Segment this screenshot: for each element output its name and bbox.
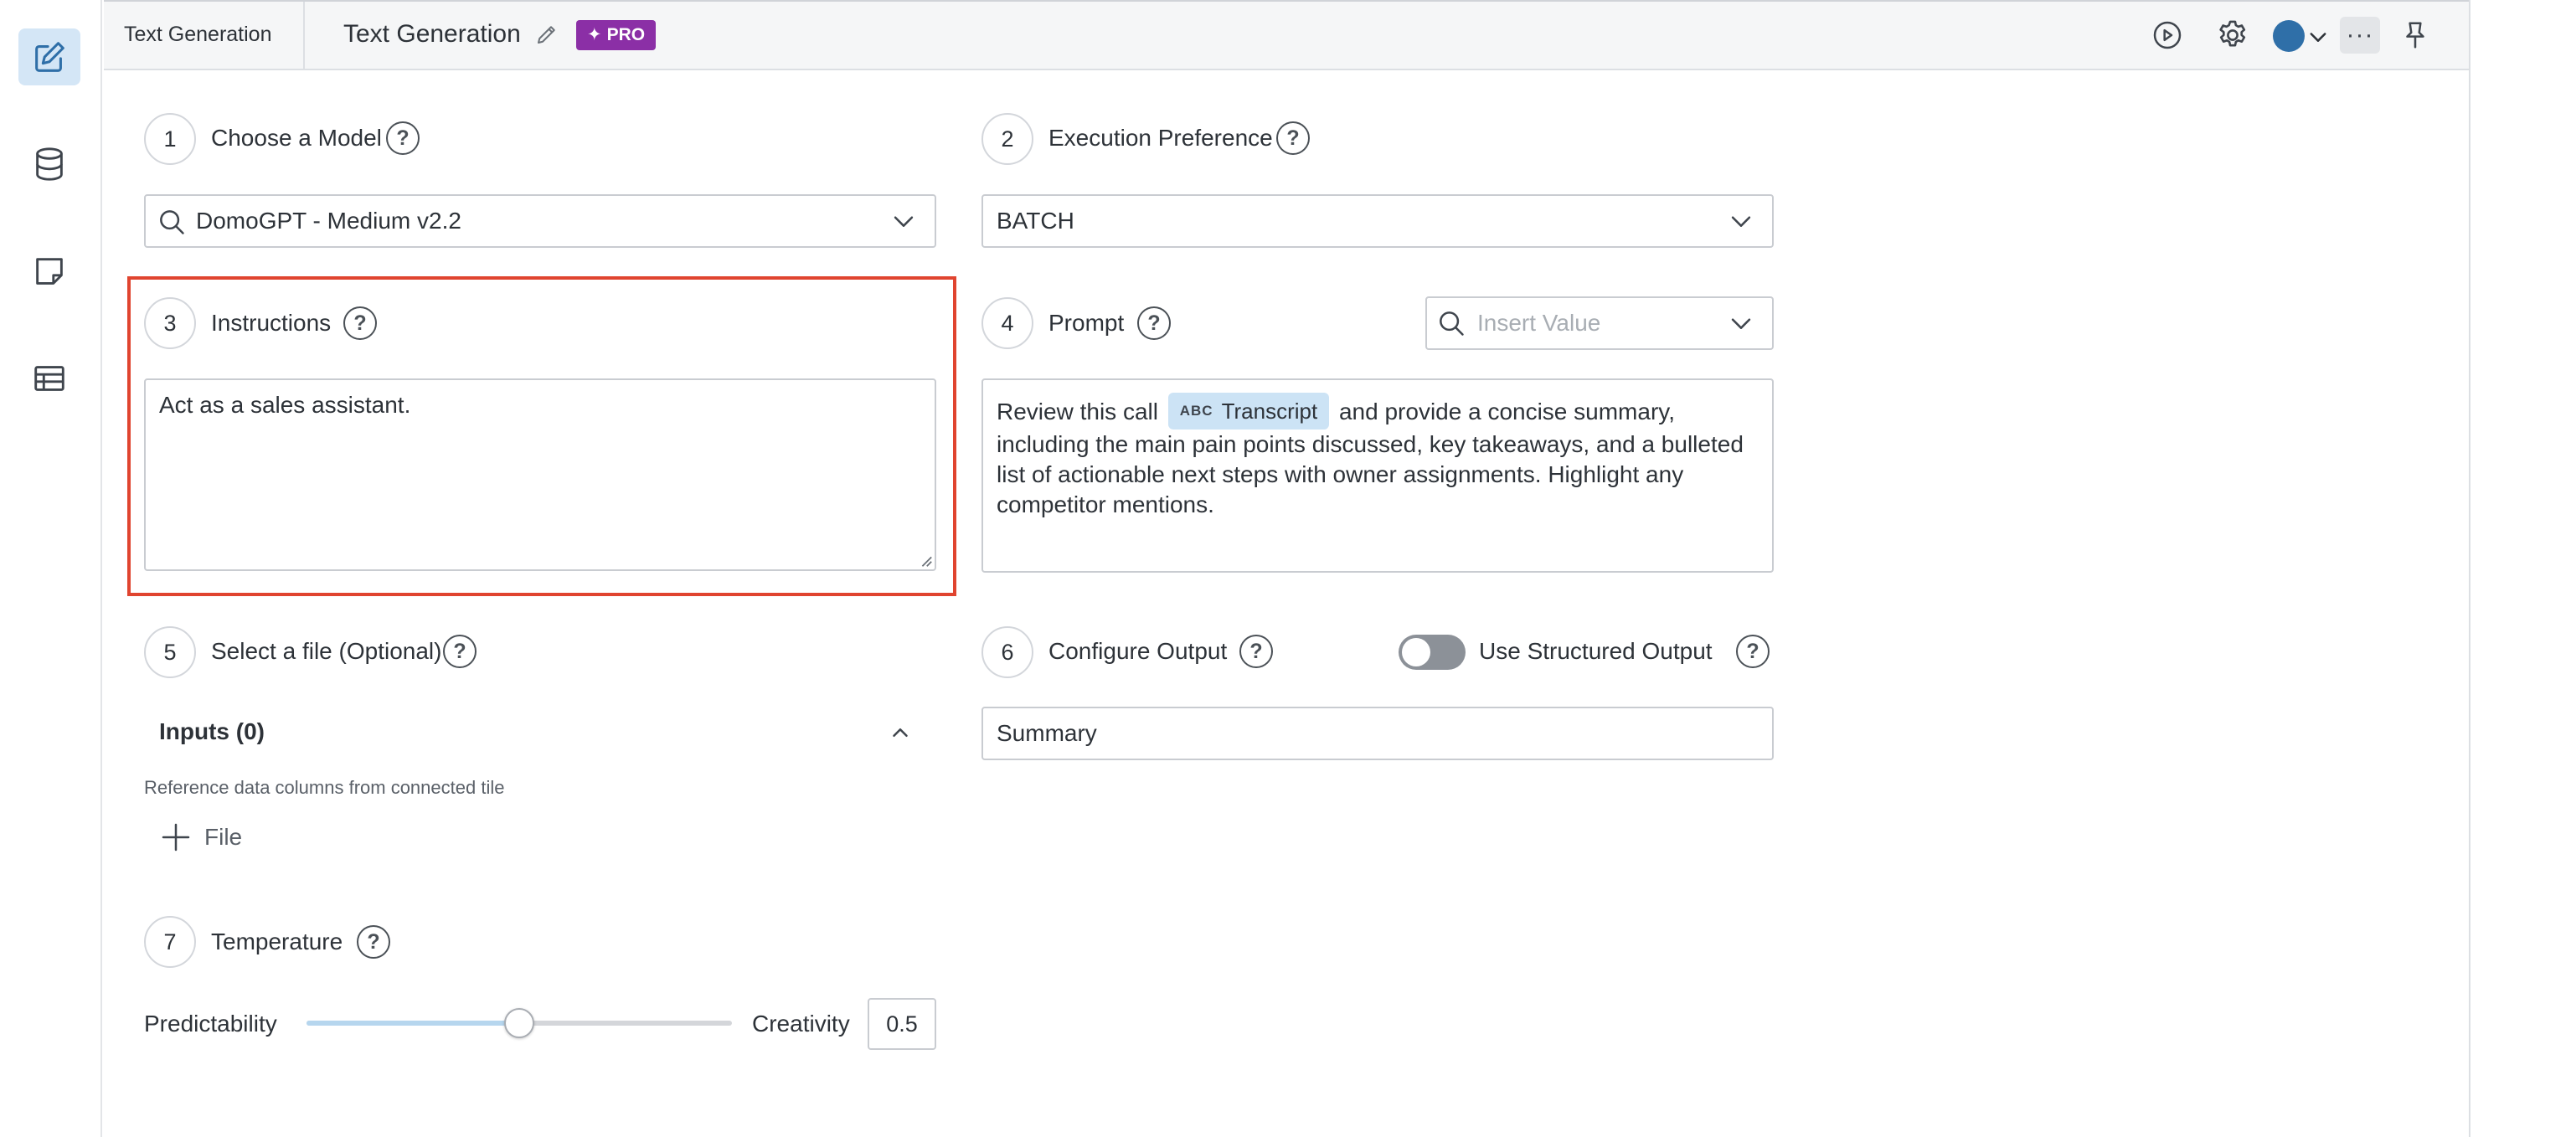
step-2-label: Execution Preference [1048,125,1273,151]
step-7-label: Temperature [211,929,343,954]
text-type-icon: ABC [1179,402,1213,419]
help-icon[interactable]: ? [1137,306,1171,340]
play-icon[interactable] [2149,17,2186,54]
pro-badge-label: PRO [606,25,646,44]
temperature-slider-fill [307,1021,519,1026]
help-icon[interactable]: ? [357,925,390,959]
step-6-number: 6 [981,626,1033,678]
execution-select-value: BATCH [997,208,1074,234]
step-1-number: 1 [144,113,196,165]
insert-value-placeholder: Insert Value [1477,310,1601,336]
top-border [104,0,2470,2]
chevron-down-icon[interactable] [889,207,918,235]
prompt-text: Review this call ABC Transcript and prov… [997,392,1759,520]
step-4-label: Prompt [1048,310,1125,336]
table-icon[interactable] [18,350,80,407]
prompt-text-before: Review this call [997,399,1158,424]
temperature-value: 0.5 [886,1011,918,1037]
database-icon[interactable] [18,136,80,193]
toggle-knob [1402,638,1430,666]
inputs-title[interactable]: Inputs (0) [159,718,265,745]
page-title: Text Generation [343,20,521,48]
chevron-down-icon[interactable] [1727,207,1755,235]
tab-divider [303,0,305,69]
pin-icon[interactable] [2397,17,2434,54]
left-rail [0,0,102,1137]
avatar[interactable] [2273,20,2305,52]
more-icon[interactable]: ··· [2340,17,2380,54]
add-file-button[interactable]: File [159,821,242,854]
top-bar: Text Generation Text Generation ✦ PRO ··… [104,0,2470,70]
panel-right-border [2469,0,2470,1137]
step-7-number: 7 [144,916,196,968]
note-icon[interactable] [18,243,80,300]
output-name-input[interactable] [981,707,1774,760]
resize-handle-icon[interactable] [918,553,933,568]
gear-icon[interactable] [2214,17,2251,54]
help-icon[interactable]: ? [443,635,477,668]
chevron-up-icon[interactable] [888,720,913,745]
chevron-down-icon[interactable] [1727,309,1755,337]
step-6-label: Configure Output [1048,638,1228,664]
help-icon[interactable]: ? [1736,635,1770,668]
sparkle-icon: ✦ [587,25,602,44]
inputs-description: Reference data columns from connected ti… [144,777,505,798]
edit-icon[interactable] [18,28,80,85]
step-4-number: 4 [981,297,1033,349]
model-select-value: DomoGPT - Medium v2.2 [196,208,461,234]
chip-label: Transcript [1221,398,1318,424]
output-name-value: Summary [997,720,1097,746]
instructions-text: Act as a sales assistant. [159,392,411,418]
transcript-chip[interactable]: ABC Transcript [1167,392,1330,430]
step-2-number: 2 [981,113,1033,165]
plus-icon [162,823,190,851]
creativity-label: Creativity [752,1011,850,1037]
pro-badge: ✦ PRO [576,20,657,50]
chevron-down-icon[interactable] [2306,25,2330,49]
search-icon [1440,311,1464,336]
pencil-icon[interactable] [534,22,559,47]
help-icon[interactable]: ? [1276,121,1310,155]
step-3-number: 3 [144,297,196,349]
search-icon [160,210,184,234]
structured-output-label: Use Structured Output [1479,638,1713,664]
step-1-label: Choose a Model [211,125,382,151]
help-icon[interactable]: ? [1239,635,1273,668]
temperature-slider-thumb[interactable] [504,1008,534,1038]
tab-text-generation[interactable]: Text Generation [124,0,272,69]
step-5-label: Select a file (Optional) [211,638,442,664]
add-file-label: File [204,824,243,850]
step-3-label: Instructions [211,310,332,336]
predictability-label: Predictability [144,1011,277,1037]
help-icon[interactable]: ? [343,306,377,340]
execution-select[interactable] [981,194,1774,248]
step-5-number: 5 [144,626,196,678]
help-icon[interactable]: ? [386,121,420,155]
